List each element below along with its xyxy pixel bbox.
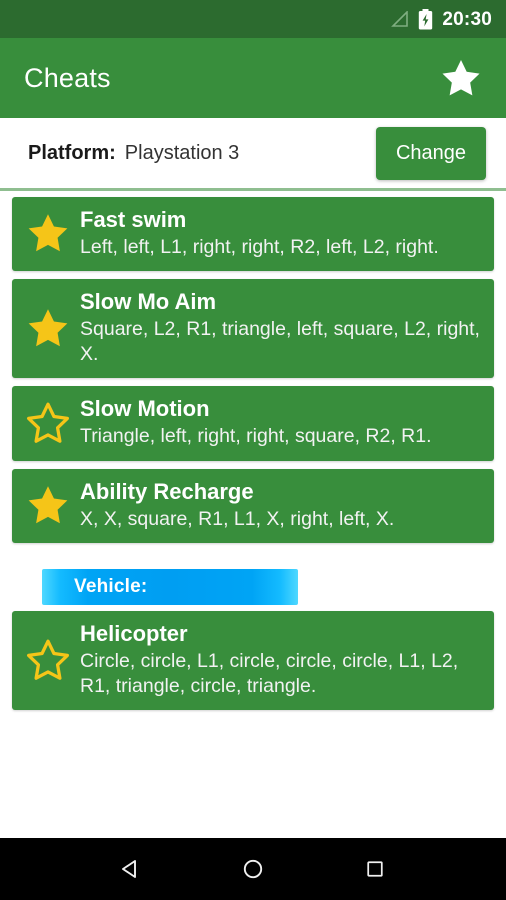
cheat-text: Helicopter Circle, circle, L1, circle, ci… xyxy=(80,621,480,698)
cheat-text: Slow Mo Aim Square, L2, R1, triangle, lef… xyxy=(80,289,480,366)
battery-charging-icon xyxy=(418,8,433,30)
content-area: 20:30 Cheats Platform: Playstation 3 Cha… xyxy=(0,0,506,838)
cheat-name: Fast swim xyxy=(80,207,187,232)
cheat-name: Slow Mo Aim xyxy=(80,289,217,315)
platform-selector-row: Platform: Playstation 3 Change xyxy=(0,118,506,188)
star-outline-icon[interactable] xyxy=(22,397,74,449)
recents-square-icon[interactable] xyxy=(353,847,397,891)
platform-value: Playstation 3 xyxy=(124,141,240,164)
status-time: 20:30 xyxy=(442,8,492,30)
status-bar: 20:30 xyxy=(0,0,506,38)
home-circle-icon[interactable] xyxy=(231,847,275,891)
cheat-code: Left, left, L1, right, right, R2, left, … xyxy=(80,235,439,258)
cheat-text: Slow Motion Triangle, left, right, right,… xyxy=(80,396,480,448)
cheat-card[interactable]: Slow Mo Aim Square, L2, R1, triangle, lef… xyxy=(12,279,494,379)
cheat-code: X, X, square, R1, L1, X, right, left, X. xyxy=(80,507,395,530)
signal-triangle-icon xyxy=(390,11,409,27)
cheat-name: Slow Motion xyxy=(80,396,210,422)
cheat-list: Fast swim Left, left, L1, right, right, R… xyxy=(0,191,506,711)
star-filled-icon[interactable] xyxy=(22,479,74,531)
section-banner-label: Vehicle: xyxy=(74,576,148,598)
cheat-code: Circle, circle, L1, circle, circle, circ… xyxy=(80,649,459,697)
cheat-code: Triangle, left, right, right, square, R2… xyxy=(80,425,432,448)
cheat-card[interactable]: Slow Motion Triangle, left, right, right,… xyxy=(12,386,494,461)
change-platform-button[interactable]: Change xyxy=(375,126,486,180)
back-triangle-icon[interactable] xyxy=(109,847,153,891)
app-bar: Cheats xyxy=(0,38,506,118)
android-nav-bar xyxy=(0,838,506,900)
star-outline-icon[interactable] xyxy=(22,634,74,686)
cheat-text: Ability Recharge X, X, square, R1, L1, X,… xyxy=(80,479,480,531)
cheat-card[interactable]: Ability Recharge X, X, square, R1, L1, X,… xyxy=(12,468,494,544)
cheat-code: Square, L2, R1, triangle, left, square, … xyxy=(80,318,480,365)
cheat-name: Helicopter xyxy=(80,621,188,647)
cheat-name: Ability Recharge xyxy=(80,478,254,504)
section-banner: Vehicle: xyxy=(42,569,298,606)
section-banner-wrap: Vehicle: xyxy=(12,551,494,612)
cheat-card[interactable]: Fast swim Left, left, L1, right, right, R… xyxy=(12,197,494,272)
app-screen: 20:30 Cheats Platform: Playstation 3 Cha… xyxy=(0,0,506,900)
cheat-text: Fast swim Left, left, L1, right, right, R… xyxy=(80,207,480,259)
star-filled-icon[interactable] xyxy=(22,302,74,354)
star-filled-icon[interactable] xyxy=(22,207,74,259)
platform-label: Platform: xyxy=(28,141,116,164)
page-title: Cheats xyxy=(24,62,111,93)
cheat-card[interactable]: Helicopter Circle, circle, L1, circle, ci… xyxy=(12,611,494,711)
star-filled-icon[interactable] xyxy=(438,55,484,101)
